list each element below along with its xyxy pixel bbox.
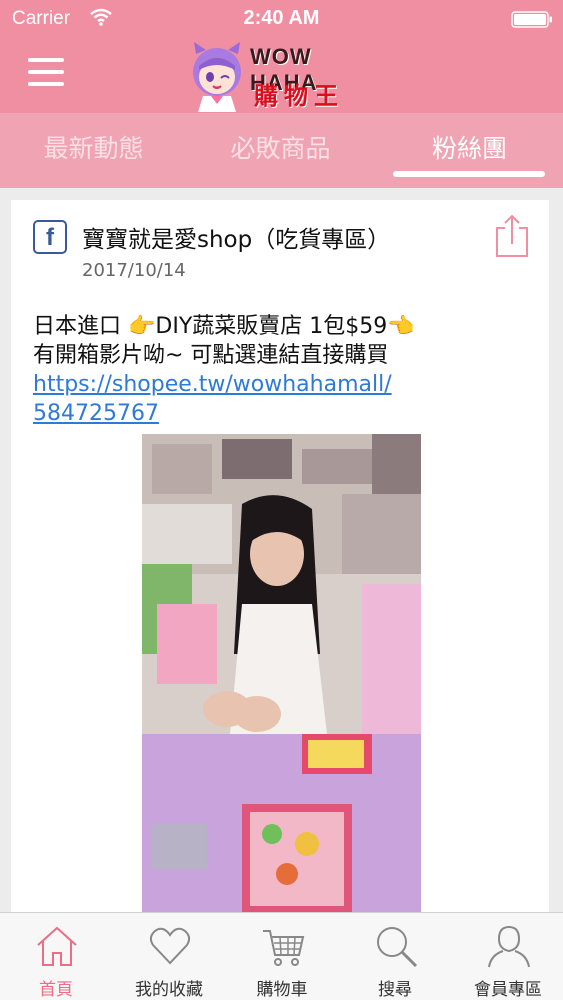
post-photo[interactable] (142, 434, 421, 920)
post-card: f 寶寶就是愛shop（吃貨專區） 2017/10/14 日本進口 👉DIY蔬菜… (11, 200, 549, 920)
app-logo: WOW HAHA 購物王 (188, 40, 378, 112)
nav-home[interactable]: 首頁 (0, 913, 112, 1000)
search-icon (377, 927, 418, 968)
nav-search-label: 搜尋 (378, 980, 412, 1000)
active-tab-indicator (393, 171, 545, 177)
tab-latest-news[interactable]: 最新動態 (0, 113, 187, 188)
status-bar: Carrier 2:40 AM (0, 0, 563, 38)
home-icon (37, 926, 77, 966)
status-time: 2:40 AM (243, 7, 320, 29)
hamburger-menu-icon[interactable] (28, 58, 64, 88)
cart-icon (263, 930, 305, 966)
nav-favorites[interactable]: 我的收藏 (113, 913, 225, 1000)
post-text-line: 日本進口 👉DIY蔬菜販賣店 1包$59👈 (33, 314, 415, 339)
photo-girl-with-toys (142, 434, 421, 920)
post-body: 日本進口 👉DIY蔬菜販賣店 1包$59👈 有開箱影片呦~ 可點選連結直接購買 … (33, 312, 533, 428)
nav-favorites-label: 我的收藏 (135, 980, 203, 1000)
nav-search[interactable]: 搜尋 (339, 913, 451, 1000)
nav-member[interactable]: 會員專區 (452, 913, 563, 1000)
tab-must-buy[interactable]: 必敗商品 (187, 113, 374, 188)
logo-text-secondary: 購物王 (254, 81, 344, 110)
post-text-line: 有開箱影片呦~ 可點選連結直接購買 (33, 343, 389, 368)
battery-icon (511, 11, 552, 28)
bottom-tab-bar: 首頁 我的收藏 購物車 搜尋 會員專區 (0, 912, 563, 1000)
post-link[interactable]: https://shopee.tw/wowhahamall/ 584725767 (33, 370, 533, 428)
facebook-icon: f (33, 220, 67, 254)
mascot-icon (193, 42, 241, 112)
user-icon (488, 925, 530, 968)
nav-cart-label: 購物車 (256, 980, 308, 1000)
share-icon[interactable] (493, 214, 531, 258)
post-date: 2017/10/14 (82, 260, 186, 281)
post-link-line: https://shopee.tw/wowhahamall/ (33, 372, 392, 397)
nav-member-label: 會員專區 (474, 980, 542, 1000)
post-link-line: 584725767 (33, 401, 159, 426)
nav-cart[interactable]: 購物車 (226, 913, 338, 1000)
app-header: Carrier 2:40 AM WOW HAHA 購物王 (0, 0, 563, 113)
nav-home-label: 首頁 (39, 980, 73, 1000)
post-title: 寶寶就是愛shop（吃貨專區） (82, 227, 391, 253)
heart-icon (149, 927, 191, 965)
